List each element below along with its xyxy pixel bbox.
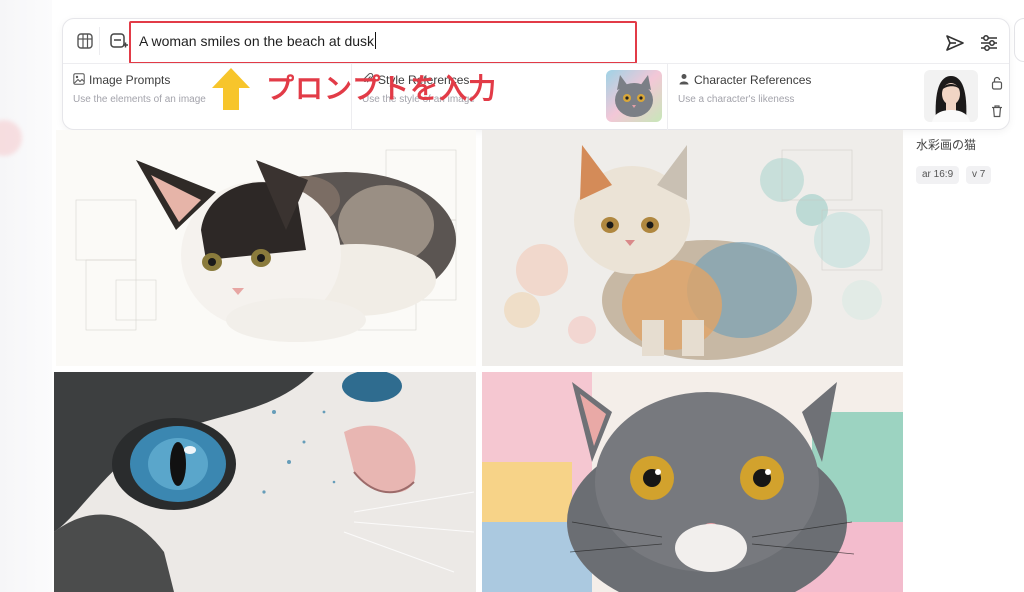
reference-row: Image Prompts Use the elements of an ima… <box>63 63 1009 130</box>
image-prompts-subtitle: Use the elements of an image <box>73 94 206 105</box>
version-chip[interactable]: v 7 <box>966 166 992 184</box>
send-button[interactable] <box>943 31 967 55</box>
style-reference-thumbnail[interactable] <box>606 70 662 122</box>
trash-icon[interactable] <box>990 104 1004 118</box>
unlock-icon[interactable] <box>990 76 1004 90</box>
gallery-image-cat-eye-closeup[interactable] <box>54 372 476 592</box>
image-icon <box>73 73 85 85</box>
left-sidebar <box>0 0 52 592</box>
prompt-panel: A woman smiles on the beach at dusk Imag… <box>62 18 1010 130</box>
image-prompts-title: Image Prompts <box>89 73 171 87</box>
prompt-input[interactable]: A woman smiles on the beach at dusk <box>139 30 619 52</box>
right-edge-card[interactable] <box>1014 18 1024 62</box>
character-references-section[interactable]: Character References Use a character's l… <box>667 64 1010 130</box>
send-icon <box>946 35 964 51</box>
side-info-panel: 水彩画の猫 ar 16:9 v 7 <box>916 136 1016 184</box>
character-reference-thumbnail[interactable] <box>924 70 978 122</box>
gallery-image-calico-kitten[interactable] <box>56 130 476 366</box>
sliders-icon <box>981 35 997 51</box>
annotation-up-arrow-icon <box>212 68 250 110</box>
settings-button[interactable] <box>977 31 1001 55</box>
person-icon <box>679 74 689 85</box>
aspect-ratio-chip[interactable]: ar 16:9 <box>916 166 960 184</box>
job-title: 水彩画の猫 <box>916 138 977 152</box>
character-references-subtitle: Use a character's likeness <box>678 94 795 105</box>
gallery-image-tabby-cat-collage[interactable] <box>482 130 903 366</box>
character-references-title: Character References <box>694 73 812 87</box>
grid-toggle-button[interactable] <box>71 27 100 55</box>
image-add-icon <box>110 33 128 48</box>
annotation-label: プロンプトを入力 <box>266 72 498 105</box>
prompt-row: A woman smiles on the beach at dusk <box>63 19 1009 64</box>
grid-icon <box>77 33 93 49</box>
gallery-image-gray-cat-rainbow[interactable] <box>482 372 903 592</box>
